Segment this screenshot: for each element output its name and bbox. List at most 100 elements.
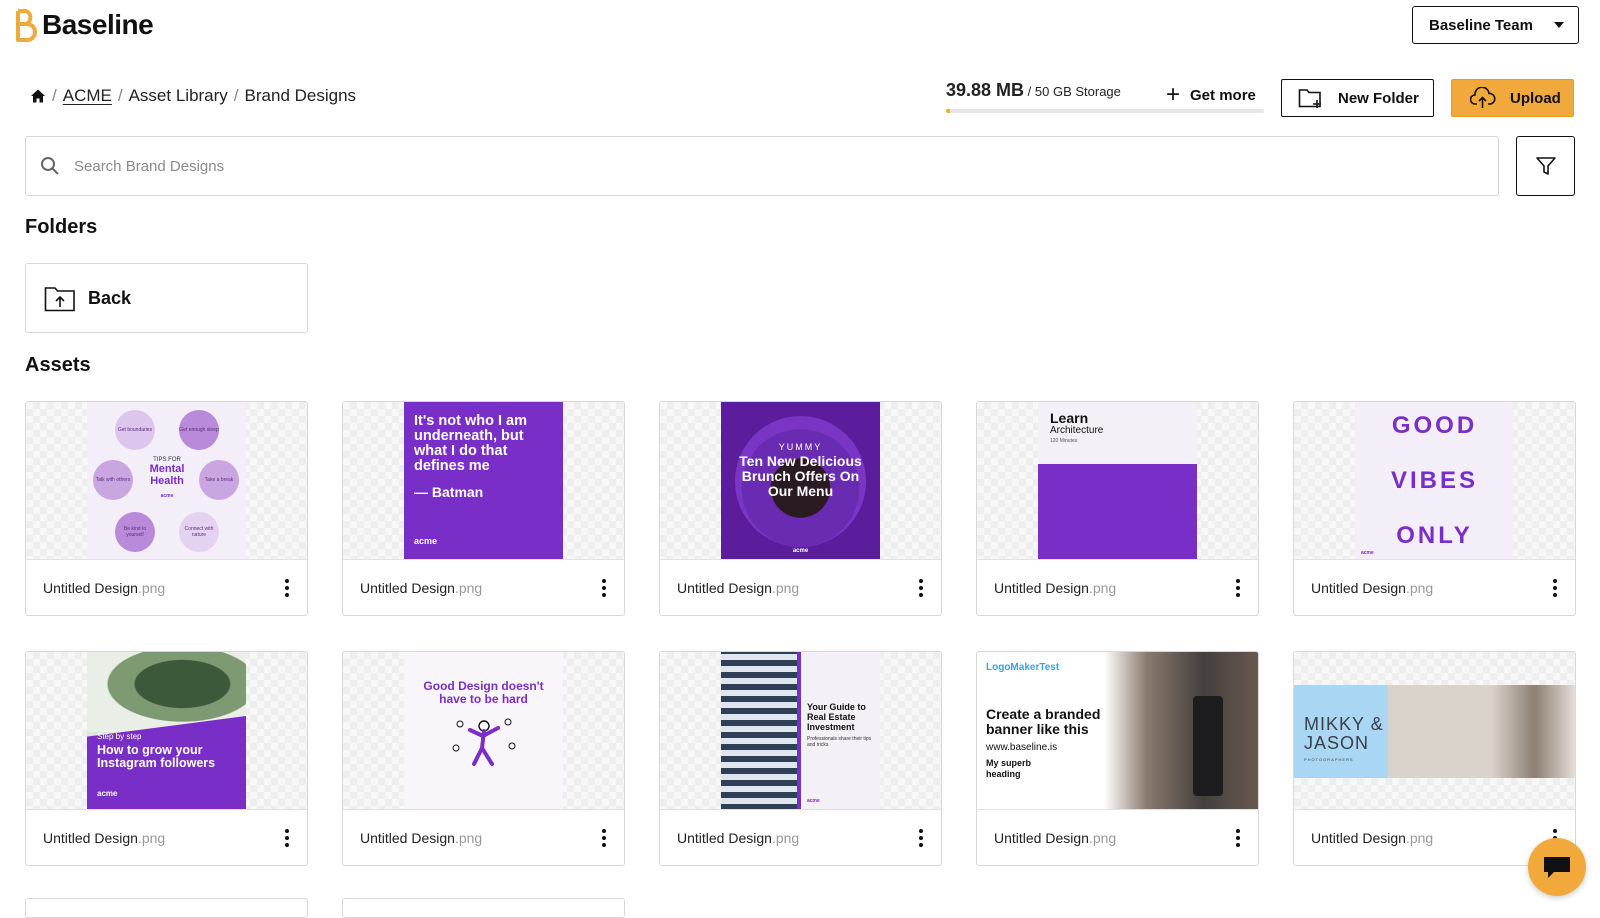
asset-name: Untitled Design [360,580,455,596]
asset-name: Untitled Design [43,580,138,596]
asset-thumbnail[interactable]: GOOD VIBES ONLY acme [1294,402,1575,560]
chat-launcher-button[interactable] [1528,838,1586,896]
asset-card[interactable]: MIKKY & JASON PHOTOGRAPHERS Untitled Des… [1293,651,1576,866]
tip-bubble: Connect with nature [179,512,219,552]
asset-card[interactable]: Your Guide to Real Estate Investment Pro… [659,651,942,866]
new-folder-button[interactable]: New Folder [1281,79,1434,117]
folder-back-label: Back [88,287,132,308]
asset-card[interactable]: Learn Architecture 120 Minutes Untitled … [976,401,1259,616]
branded-banner-artwork: LogoMakerTest Create a branded banner li… [977,652,1258,809]
breadcrumb-item-brand-designs: Brand Designs [244,86,357,105]
more-options-icon[interactable] [1232,825,1244,851]
more-options-icon[interactable] [915,575,927,601]
suitcase-image [1193,696,1223,796]
team-name: Baseline Team [1429,16,1533,34]
real-estate-artwork: Your Guide to Real Estate Investment Pro… [721,652,880,809]
art-title: MIKKY & JASON [1304,714,1384,753]
team-selector[interactable]: Baseline Team [1412,6,1579,44]
brand-mark: acme [97,789,118,798]
more-options-icon[interactable] [281,575,293,601]
art-kicker: YUMMY [778,442,823,452]
asset-card[interactable]: GOOD VIBES ONLY acme Untitled Design.png [1293,401,1576,616]
asset-thumbnail[interactable]: Learn Architecture 120 Minutes [977,402,1258,560]
home-icon[interactable] [30,88,46,104]
upload-label: Upload [1510,89,1561,107]
asset-thumbnail[interactable]: MIKKY & JASON PHOTOGRAPHERS [1294,652,1575,810]
asset-caption: Untitled Design.png [26,810,307,865]
mental-health-artwork: Get boundaries Get enough sleep Talk wit… [87,402,246,559]
asset-ext: .png [454,580,483,596]
more-options-icon[interactable] [598,575,610,601]
asset-thumbnail[interactable]: LogoMakerTest Create a branded banner li… [977,652,1258,810]
tip-bubble: Get boundaries [115,410,155,450]
art-title: Create a branded banner like this [986,706,1101,737]
more-options-icon[interactable] [1232,575,1244,601]
asset-card[interactable]: YUMMY Ten New Delicious Brunch Offers On… [659,401,942,616]
search-input[interactable] [74,157,1434,175]
breadcrumb-item-asset-library[interactable]: Asset Library [129,86,228,106]
new-folder-label: New Folder [1338,89,1419,107]
asset-name: Untitled Design [43,830,138,846]
art-kicker: Step by step [97,732,142,741]
more-options-icon[interactable] [598,825,610,851]
asset-thumbnail[interactable]: Get boundaries Get enough sleep Talk wit… [26,402,307,560]
folder-back[interactable]: Back [25,263,308,333]
asset-caption: Untitled Design.png [660,810,941,865]
building-photo [721,652,801,809]
art-title: Your Guide to Real Estate Investment [807,702,866,732]
art-title: Ten New Delicious Brunch Offers On Our M… [739,453,862,499]
more-options-icon[interactable] [281,825,293,851]
upload-button[interactable]: Upload [1451,79,1574,117]
asset-ext: .png [1088,580,1117,596]
get-more-button[interactable]: + Get more [1166,83,1256,107]
brand-mark: acme [807,798,820,804]
asset-card-partial[interactable] [25,898,308,918]
asset-card[interactable]: Good Design doesn't have to be hard Unti… [342,651,625,866]
plus-icon: + [1166,81,1181,108]
breadcrumb-separator: / [233,86,239,105]
asset-thumbnail[interactable]: Step by step How to grow your Instagram … [26,652,307,810]
asset-filename: Untitled Design.png [43,830,165,846]
logo[interactable]: Baseline [12,8,154,42]
assets-heading: Assets [25,354,91,376]
baseline-logo-icon [16,9,37,42]
purple-block [1038,464,1197,559]
asset-thumbnail[interactable]: YUMMY Ten New Delicious Brunch Offers On… [660,402,941,560]
asset-name: Untitled Design [677,830,772,846]
asset-thumbnail[interactable]: Your Guide to Real Estate Investment Pro… [660,652,941,810]
chat-icon [1544,857,1570,878]
instagram-artwork: Step by step How to grow your Instagram … [87,652,246,809]
art-subtitle: Professionals share their tips and trick… [807,736,872,748]
asset-filename: Untitled Design.png [994,830,1116,846]
app-name: Baseline [42,9,154,40]
asset-thumbnail[interactable]: Good Design doesn't have to be hard [343,652,624,810]
breadcrumb-item-acme[interactable]: ACME [63,86,112,106]
juggler-illustration-icon [452,718,516,766]
cloud-upload-icon [1470,87,1496,108]
asset-filename: Untitled Design.png [360,830,482,846]
search-bar [25,136,1499,196]
more-options-icon[interactable] [915,825,927,851]
asset-ext: .png [137,580,166,596]
art-url: www.baseline.is [986,742,1058,753]
asset-card[interactable]: Step by step How to grow your Instagram … [25,651,308,866]
asset-card[interactable]: It's not who I am underneath, but what I… [342,401,625,616]
asset-thumbnail[interactable]: It's not who I am underneath, but what I… [343,402,624,560]
asset-card[interactable]: Get boundaries Get enough sleep Talk wit… [25,401,308,616]
search-icon [41,157,59,175]
art-title: Learn [1050,410,1089,426]
art-meta: 120 Minutes [1050,438,1078,444]
asset-caption: Untitled Design.png [977,810,1258,865]
tip-bubble: Be kind to yourself [115,512,155,552]
good-vibes-artwork: GOOD VIBES ONLY acme [1355,402,1514,559]
folder-up-icon [44,287,75,312]
asset-caption: Untitled Design.png [343,560,624,615]
tip-bubble: Talk with others [93,460,133,500]
asset-filename: Untitled Design.png [677,580,799,596]
breadcrumb-separator: / [52,86,57,105]
filter-button[interactable] [1516,136,1575,196]
mental-health-title-block: TIPS FOR Mental Health acme [132,457,202,499]
asset-card[interactable]: LogoMakerTest Create a branded banner li… [976,651,1259,866]
asset-card-partial[interactable] [342,898,625,918]
more-options-icon[interactable] [1549,575,1561,601]
